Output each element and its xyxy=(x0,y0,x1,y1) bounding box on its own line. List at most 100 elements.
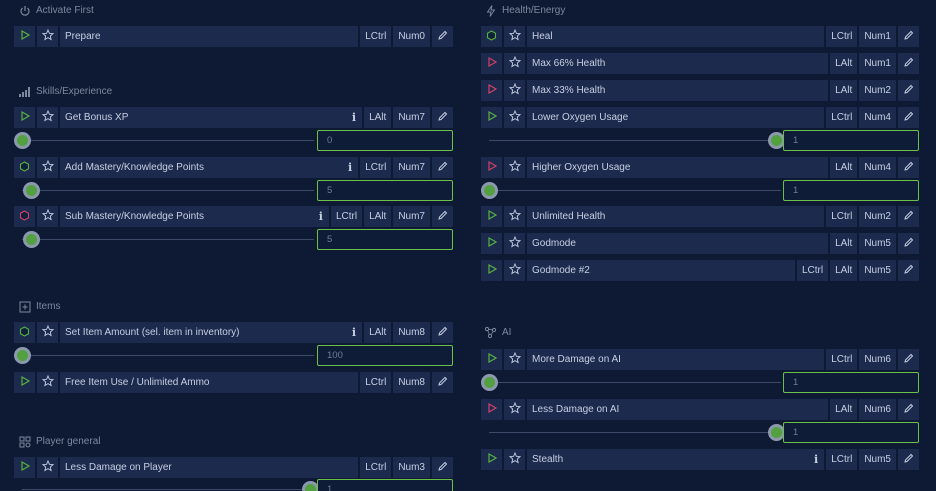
play-button[interactable] xyxy=(481,107,502,128)
favorite-button[interactable] xyxy=(504,349,525,370)
play-button[interactable] xyxy=(14,457,35,478)
favorite-button[interactable] xyxy=(504,399,525,420)
favorite-button[interactable] xyxy=(37,206,58,227)
play-button[interactable] xyxy=(481,399,502,420)
play-button[interactable] xyxy=(481,233,502,254)
favorite-button[interactable] xyxy=(37,457,58,478)
edit-button[interactable] xyxy=(898,157,919,178)
play-button[interactable] xyxy=(481,157,502,178)
play-button[interactable] xyxy=(481,349,502,370)
favorite-button[interactable] xyxy=(504,206,525,227)
edit-button[interactable] xyxy=(432,206,453,227)
edit-button[interactable] xyxy=(432,457,453,478)
favorite-button[interactable] xyxy=(504,80,525,101)
hotkey-lalt[interactable]: LAlt xyxy=(830,233,858,254)
favorite-button[interactable] xyxy=(37,26,58,47)
hotkey-lctrl[interactable]: LCtrl xyxy=(826,26,858,47)
hotkey-lalt[interactable]: LAlt xyxy=(364,107,392,128)
slider-knob[interactable] xyxy=(23,182,40,199)
info-icon[interactable]: i xyxy=(814,453,818,466)
favorite-button[interactable] xyxy=(504,233,525,254)
edit-button[interactable] xyxy=(432,157,453,178)
value-input[interactable]: 5 xyxy=(317,229,453,250)
favorite-button[interactable] xyxy=(37,372,58,393)
play-button[interactable] xyxy=(481,206,502,227)
slider-knob[interactable] xyxy=(481,182,498,199)
value-input[interactable]: 1 xyxy=(783,130,919,151)
hotkey-lctrl[interactable]: LCtrl xyxy=(796,260,829,281)
hotkey-lalt[interactable]: LAlt xyxy=(830,80,858,101)
play-button[interactable] xyxy=(14,26,35,47)
hotkey-lalt[interactable]: LAlt xyxy=(830,260,858,281)
value-input[interactable]: 100 xyxy=(317,345,453,366)
status-button[interactable] xyxy=(14,157,35,178)
hotkey-lctrl[interactable]: LCtrl xyxy=(330,206,363,227)
favorite-button[interactable] xyxy=(504,449,525,470)
value-input[interactable]: 1 xyxy=(783,422,919,443)
info-icon[interactable]: i xyxy=(348,161,352,174)
hotkey-lctrl[interactable]: LCtrl xyxy=(360,26,392,47)
favorite-button[interactable] xyxy=(504,26,525,47)
hotkey-lalt[interactable]: LAlt xyxy=(364,322,392,343)
slider-knob[interactable] xyxy=(14,347,31,364)
slider-knob[interactable] xyxy=(481,374,498,391)
edit-button[interactable] xyxy=(432,322,453,343)
hotkey-lctrl[interactable]: LCtrl xyxy=(826,206,858,227)
play-button[interactable] xyxy=(481,260,502,281)
edit-button[interactable] xyxy=(432,26,453,47)
hotkey-lctrl[interactable]: LCtrl xyxy=(826,349,858,370)
hotkey-lalt[interactable]: LAlt xyxy=(830,157,858,178)
value-input[interactable]: 0 xyxy=(317,130,453,151)
hotkey-num[interactable]: Num5 xyxy=(859,449,896,470)
hotkey-num[interactable]: Num7 xyxy=(393,157,430,178)
hotkey-num[interactable]: Num1 xyxy=(859,53,896,74)
value-input[interactable]: 5 xyxy=(317,180,453,201)
hotkey-num[interactable]: Num6 xyxy=(859,349,896,370)
favorite-button[interactable] xyxy=(504,157,525,178)
hotkey-num[interactable]: Num6 xyxy=(859,399,896,420)
edit-button[interactable] xyxy=(898,399,919,420)
hotkey-num[interactable]: Num1 xyxy=(859,26,896,47)
hotkey-lctrl[interactable]: LCtrl xyxy=(360,157,392,178)
hotkey-lalt[interactable]: LAlt xyxy=(830,53,858,74)
edit-button[interactable] xyxy=(898,349,919,370)
hotkey-num[interactable]: Num7 xyxy=(393,107,430,128)
hotkey-lctrl[interactable]: LCtrl xyxy=(360,372,392,393)
edit-button[interactable] xyxy=(432,107,453,128)
edit-button[interactable] xyxy=(898,233,919,254)
status-button[interactable] xyxy=(481,26,502,47)
hotkey-lctrl[interactable]: LCtrl xyxy=(826,449,858,470)
value-input[interactable]: 1 xyxy=(317,479,453,491)
hotkey-num[interactable]: Num5 xyxy=(859,260,896,281)
slider-knob[interactable] xyxy=(23,231,40,248)
play-button[interactable] xyxy=(14,372,35,393)
info-icon[interactable]: i xyxy=(319,210,323,223)
hotkey-num[interactable]: Num8 xyxy=(393,372,430,393)
favorite-button[interactable] xyxy=(504,107,525,128)
favorite-button[interactable] xyxy=(37,107,58,128)
favorite-button[interactable] xyxy=(37,322,58,343)
play-button[interactable] xyxy=(481,80,502,101)
favorite-button[interactable] xyxy=(504,260,525,281)
value-input[interactable]: 1 xyxy=(783,180,919,201)
edit-button[interactable] xyxy=(898,53,919,74)
hotkey-num[interactable]: Num8 xyxy=(393,322,430,343)
edit-button[interactable] xyxy=(898,80,919,101)
hotkey-lctrl[interactable]: LCtrl xyxy=(360,457,392,478)
hotkey-num[interactable]: Num2 xyxy=(859,80,896,101)
info-icon[interactable]: i xyxy=(352,111,356,124)
hotkey-lctrl[interactable]: LCtrl xyxy=(826,107,858,128)
edit-button[interactable] xyxy=(898,107,919,128)
play-button[interactable] xyxy=(14,107,35,128)
hotkey-num[interactable]: Num2 xyxy=(859,206,896,227)
hotkey-num[interactable]: Num5 xyxy=(859,233,896,254)
hotkey-num[interactable]: Num4 xyxy=(859,157,896,178)
edit-button[interactable] xyxy=(432,372,453,393)
value-input[interactable]: 1 xyxy=(783,372,919,393)
hotkey-num[interactable]: Num3 xyxy=(393,457,430,478)
status-button[interactable] xyxy=(14,322,35,343)
edit-button[interactable] xyxy=(898,206,919,227)
favorite-button[interactable] xyxy=(37,157,58,178)
edit-button[interactable] xyxy=(898,26,919,47)
hotkey-num[interactable]: Num7 xyxy=(393,206,430,227)
